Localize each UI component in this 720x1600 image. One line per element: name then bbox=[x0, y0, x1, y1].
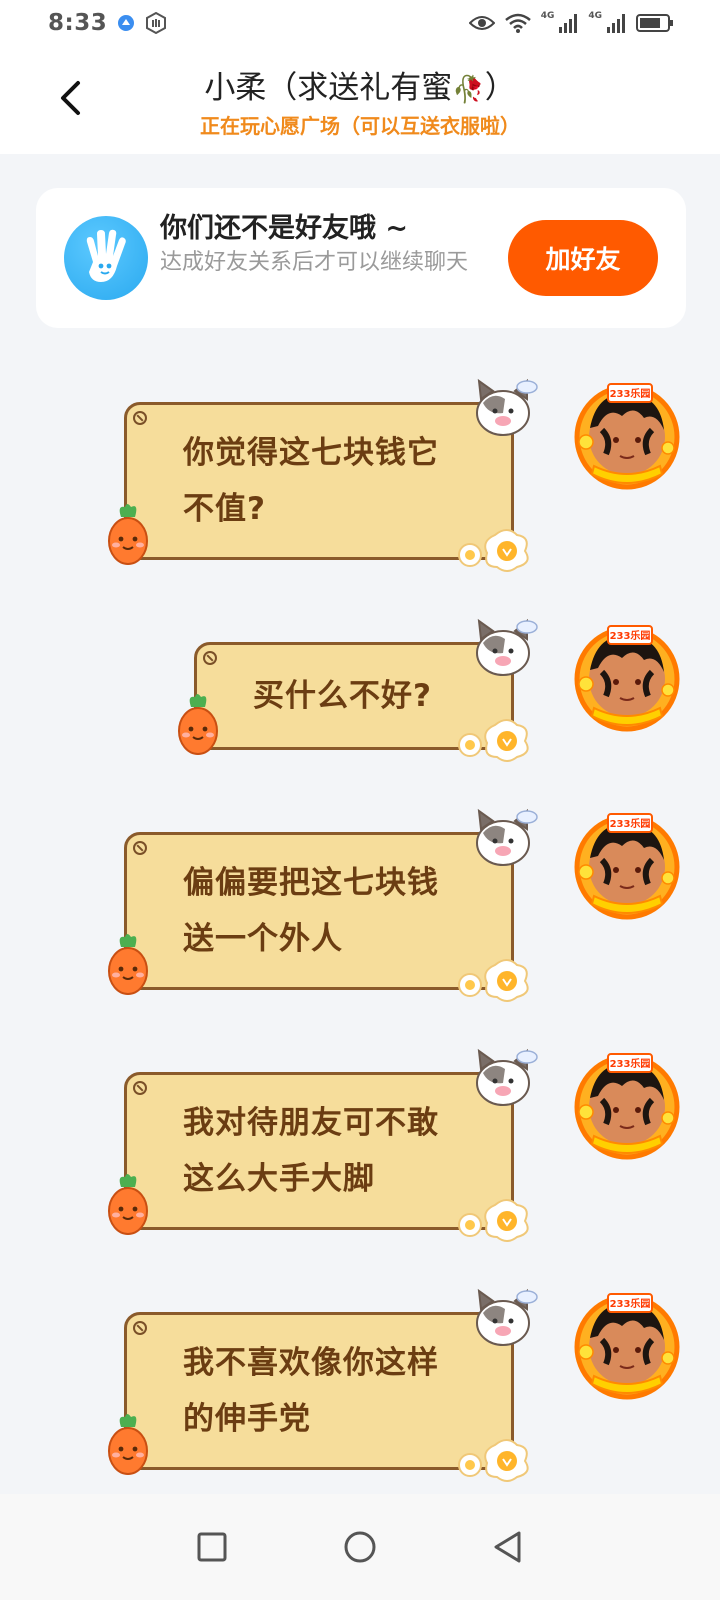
svg-text:233乐园: 233乐园 bbox=[610, 817, 651, 830]
page-title: 小柔（求送礼有蜜🥀） bbox=[0, 62, 720, 107]
cat-sticker-icon bbox=[469, 617, 539, 683]
sender-avatar[interactable]: 233乐园 bbox=[572, 812, 682, 922]
svg-text:233乐园: 233乐园 bbox=[610, 387, 651, 400]
network-label-2: 4G bbox=[588, 11, 602, 21]
page-title-suffix: ） bbox=[484, 70, 516, 106]
message-bubble[interactable]: 我对待朋友可不敢 这么大手大脚 bbox=[108, 1048, 538, 1242]
carrot-sticker-icon bbox=[173, 693, 223, 761]
circle-icon bbox=[344, 1531, 376, 1563]
friend-banner-title: 你们还不是好友哦 ~ bbox=[160, 213, 409, 244]
carrot-sticker-icon bbox=[103, 1173, 153, 1241]
svg-text:233乐园: 233乐园 bbox=[610, 1057, 651, 1070]
message-bubble[interactable]: 买什么不好? bbox=[178, 618, 538, 762]
fried-egg-sticker-icon bbox=[455, 1195, 537, 1247]
message-line: 的伸手党 bbox=[183, 1401, 311, 1437]
wifi-icon bbox=[504, 13, 531, 33]
message-line: 送一个外人 bbox=[183, 921, 343, 957]
hand-wave-icon bbox=[64, 216, 148, 300]
svg-text:233乐园: 233乐园 bbox=[610, 629, 651, 642]
recent-apps-button[interactable] bbox=[186, 1521, 238, 1573]
square-icon bbox=[197, 1532, 227, 1562]
network-label-1: 4G bbox=[540, 11, 555, 21]
fried-egg-sticker-icon bbox=[455, 715, 537, 767]
message-line: 买什么不好? bbox=[253, 678, 432, 714]
cat-sticker-icon bbox=[469, 807, 539, 873]
status-left: 8:33 bbox=[48, 10, 167, 36]
add-friend-button[interactable]: 加好友 bbox=[508, 220, 658, 296]
carrot-sticker-icon bbox=[103, 933, 153, 1001]
page-subtitle: 正在玩心愿广场（可以互送衣服啦） bbox=[200, 114, 520, 138]
bubble-pin-icon bbox=[133, 841, 147, 855]
message-line: 不值? bbox=[183, 491, 266, 527]
fried-egg-sticker-icon bbox=[455, 525, 537, 577]
message-bubble[interactable]: 你觉得这七块钱它 不值? bbox=[108, 378, 538, 572]
svg-text:233乐园: 233乐园 bbox=[610, 1297, 651, 1310]
cat-sticker-icon bbox=[469, 377, 539, 443]
message-text: 你觉得这七块钱它 不值? bbox=[183, 425, 439, 537]
sender-avatar[interactable]: 233乐园 bbox=[572, 1292, 682, 1402]
status-right: 4G 4G bbox=[468, 11, 674, 33]
system-nav-bar bbox=[0, 1494, 720, 1600]
message-bubble[interactable]: 偏偏要把这七块钱 送一个外人 bbox=[108, 808, 538, 1002]
system-back-button[interactable] bbox=[482, 1521, 534, 1573]
message-bubble[interactable]: 我不喜欢像你这样 的伸手党 bbox=[108, 1288, 538, 1482]
signal-icon bbox=[558, 13, 578, 33]
message-text: 偏偏要把这七块钱 送一个外人 bbox=[183, 855, 439, 967]
sender-avatar[interactable]: 233乐园 bbox=[572, 624, 682, 734]
hand-notification-icon bbox=[145, 12, 167, 34]
friend-request-card: 你们还不是好友哦 ~ 达成好友关系后才可以继续聊天 加好友 bbox=[36, 188, 686, 328]
battery-icon bbox=[636, 13, 674, 33]
status-bar: 8:33 4G 4G bbox=[0, 0, 720, 46]
fried-egg-sticker-icon bbox=[455, 1435, 537, 1487]
signal-icon bbox=[606, 13, 626, 33]
cat-sticker-icon bbox=[469, 1287, 539, 1353]
carrot-sticker-icon bbox=[103, 1413, 153, 1481]
rose-emoji: 🥀 bbox=[452, 75, 485, 105]
app-notification-icon bbox=[117, 14, 135, 32]
friend-banner-description: 达成好友关系后才可以继续聊天 bbox=[160, 250, 469, 275]
message-text: 我对待朋友可不敢 这么大手大脚 bbox=[183, 1095, 439, 1207]
eye-icon bbox=[468, 14, 495, 32]
bubble-pin-icon bbox=[203, 651, 217, 665]
message-line: 偏偏要把这七块钱 bbox=[183, 865, 439, 901]
cat-sticker-icon bbox=[469, 1047, 539, 1113]
clock: 8:33 bbox=[48, 10, 108, 36]
message-line: 这么大手大脚 bbox=[183, 1161, 375, 1197]
message-text: 买什么不好? bbox=[253, 668, 432, 724]
bubble-pin-icon bbox=[133, 411, 147, 425]
page-title-text: 小柔（求送礼有蜜 bbox=[204, 70, 453, 106]
message-line: 你觉得这七块钱它 bbox=[183, 435, 439, 471]
triangle-back-icon bbox=[494, 1531, 521, 1563]
chat-header: 小柔（求送礼有蜜🥀） 正在玩心愿广场（可以互送衣服啦） bbox=[0, 46, 720, 154]
carrot-sticker-icon bbox=[103, 503, 153, 571]
message-line: 我不喜欢像你这样 bbox=[183, 1345, 439, 1381]
bubble-pin-icon bbox=[133, 1321, 147, 1335]
message-line: 我对待朋友可不敢 bbox=[183, 1105, 439, 1141]
message-text: 我不喜欢像你这样 的伸手党 bbox=[183, 1335, 439, 1447]
bubble-pin-icon bbox=[133, 1081, 147, 1095]
sender-avatar[interactable]: 233乐园 bbox=[572, 1052, 682, 1162]
sender-avatar[interactable]: 233乐园 bbox=[572, 382, 682, 492]
home-button[interactable] bbox=[334, 1521, 386, 1573]
fried-egg-sticker-icon bbox=[455, 955, 537, 1007]
